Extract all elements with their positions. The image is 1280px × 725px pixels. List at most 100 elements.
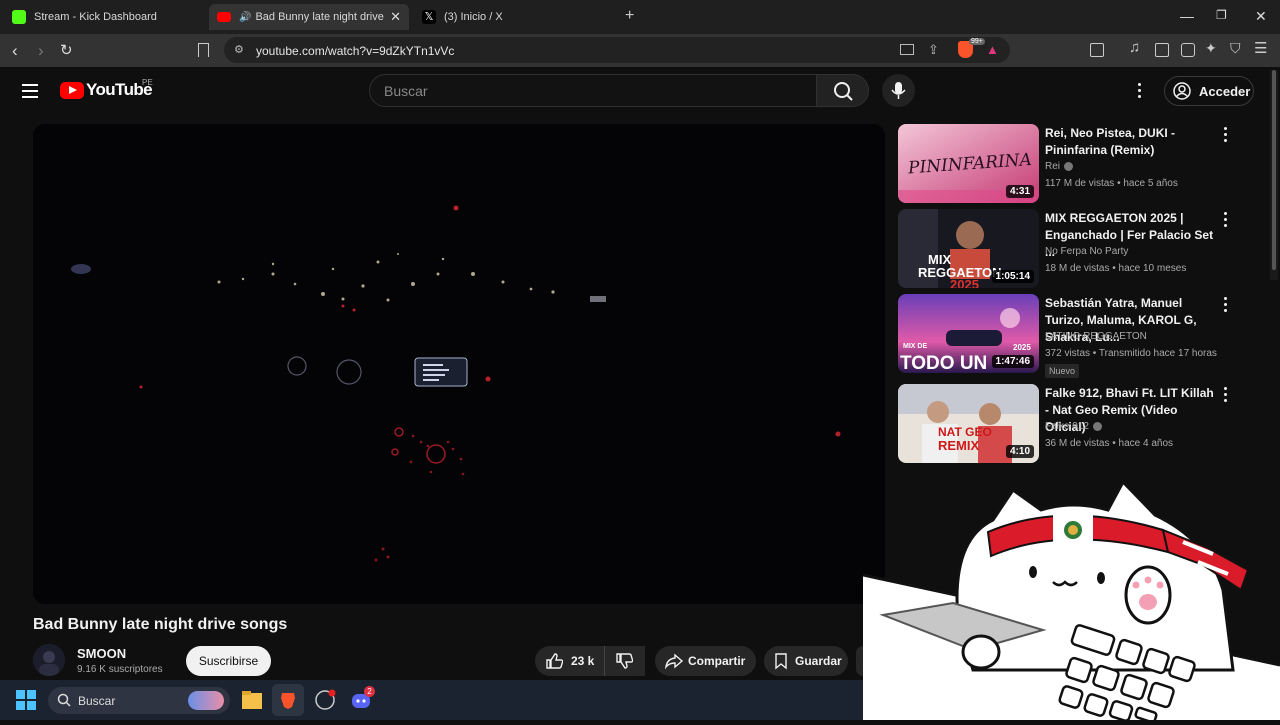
- media-icon[interactable]: ♫: [1129, 39, 1140, 56]
- restore-icon[interactable]: ❐: [1216, 8, 1227, 22]
- video-title: Bad Bunny late night drive songs: [33, 616, 288, 633]
- video-player[interactable]: [33, 124, 885, 604]
- share-page-icon[interactable]: ⇪: [928, 42, 939, 58]
- more-options-icon[interactable]: [1224, 387, 1228, 405]
- subscribe-button[interactable]: Suscribirse: [186, 646, 271, 676]
- like-count: 23 k: [571, 654, 595, 668]
- youtube-logo[interactable]: YouTube PE: [60, 78, 153, 100]
- brave-rewards-icon[interactable]: ▲: [986, 42, 999, 57]
- more-options-icon[interactable]: [1224, 297, 1228, 315]
- cast-icon[interactable]: [900, 44, 914, 55]
- speaker-icon: 🔊: [239, 11, 252, 23]
- recommendation-title[interactable]: Rei, Neo Pistea, DUKI - Pininfarina (Rem…: [1045, 125, 1217, 159]
- recommendation-meta: 18 M de vistas • hace 10 meses: [1045, 263, 1187, 274]
- recommendation-meta: 372 vistas • Transmitido hace 17 horas: [1045, 348, 1217, 359]
- share-icon: [664, 653, 684, 670]
- region-code: PE: [142, 78, 153, 87]
- recommendation-item[interactable]: MIX REGGAETON 2025 1:05:14 MIX REGGAETON…: [898, 209, 1238, 289]
- recommendation-meta: 36 M de vistas • hace 4 años: [1045, 438, 1174, 449]
- recommendation-channel[interactable]: Rei: [1045, 161, 1074, 172]
- dislike-button[interactable]: [604, 646, 645, 676]
- brave-taskbar-button[interactable]: [272, 684, 304, 716]
- svg-text:2025: 2025: [950, 277, 979, 288]
- shields-count-badge: 99+: [969, 38, 985, 45]
- search-icon: [834, 82, 853, 101]
- search-button[interactable]: [816, 74, 869, 107]
- leo-ai-icon[interactable]: ✦: [1205, 40, 1217, 57]
- sidebar-icon[interactable]: [1155, 43, 1169, 57]
- share-label: Compartir: [688, 654, 746, 668]
- video-thumbnail[interactable]: MIX DE 2025 TODO UN 1:47:46: [898, 294, 1039, 373]
- youtube-favicon-icon: [217, 12, 231, 22]
- reload-icon[interactable]: ↻: [60, 41, 73, 59]
- duration-badge: 1:05:14: [991, 270, 1034, 283]
- tab-title: Bad Bunny late night drive so: [255, 11, 386, 23]
- menu-icon[interactable]: ☰: [1254, 39, 1267, 57]
- windows-start-icon[interactable]: [16, 690, 36, 710]
- back-icon[interactable]: ‹: [12, 41, 18, 61]
- channel-label: Rei: [1045, 161, 1061, 172]
- url-text: youtube.com/watch?v=9dZkYTn1vVc: [256, 44, 455, 58]
- search-input[interactable]: Buscar: [369, 74, 816, 107]
- minimize-icon[interactable]: —: [1180, 8, 1194, 24]
- vpn-icon[interactable]: ⛉: [1230, 40, 1241, 57]
- recommendation-item[interactable]: PININFARINA 4:31 Rei, Neo Pistea, DUKI -…: [898, 124, 1238, 204]
- tab-kick-dashboard[interactable]: Stream - Kick Dashboard: [4, 4, 204, 30]
- subscriber-count: 9.16 K suscriptores: [77, 664, 163, 675]
- brave-icon: [281, 693, 295, 709]
- duration-badge: 1:47:46: [991, 355, 1034, 368]
- tab-x-inicio[interactable]: 𝕏 (3) Inicio / X: [414, 4, 614, 30]
- x-logo-icon: 𝕏: [422, 10, 436, 24]
- bookmark-icon[interactable]: [198, 43, 209, 57]
- close-tab-icon[interactable]: ✕: [390, 9, 401, 25]
- microphone-icon: [891, 82, 906, 99]
- reader-mode-icon[interactable]: [1090, 43, 1104, 57]
- settings-more-icon[interactable]: [1138, 83, 1141, 101]
- thumbs-up-icon: [546, 653, 563, 669]
- save-button[interactable]: Guardar: [764, 646, 848, 676]
- video-thumbnail[interactable]: NAT GEO REMIX 4:10: [898, 384, 1039, 463]
- channel-name[interactable]: SMOON: [77, 646, 126, 661]
- more-options-icon[interactable]: [1224, 212, 1228, 230]
- share-button[interactable]: Compartir: [655, 646, 756, 676]
- video-thumbnail[interactable]: MIX REGGAETON 2025 1:05:14: [898, 209, 1039, 288]
- video-thumbnail[interactable]: PININFARINA 4:31: [898, 124, 1039, 203]
- recommendation-item[interactable]: NAT GEO REMIX 4:10 Falke 912, Bhavi Ft. …: [898, 384, 1238, 464]
- more-actions-button[interactable]: [856, 646, 863, 676]
- duration-badge: 4:31: [1005, 185, 1034, 198]
- discord-taskbar-button[interactable]: 2: [350, 686, 375, 712]
- voice-search-button[interactable]: [882, 74, 915, 107]
- taskbar-search[interactable]: Buscar: [48, 687, 230, 714]
- bongo-cat-overlay: [862, 470, 1280, 724]
- tab-youtube-video[interactable]: 🔊 Bad Bunny late night drive so ✕: [209, 4, 409, 30]
- channel-avatar[interactable]: [33, 644, 65, 676]
- forward-icon[interactable]: ›: [38, 41, 44, 61]
- duration-badge: 4:10: [1005, 445, 1034, 458]
- bongo-cat-illustration: [862, 479, 1280, 724]
- hamburger-menu-icon[interactable]: [22, 84, 38, 98]
- signin-button[interactable]: Acceder: [1164, 76, 1254, 106]
- new-tab-icon[interactable]: +: [625, 7, 634, 25]
- recommendation-channel[interactable]: No Ferpa No Party: [1045, 246, 1128, 257]
- recommendation-item[interactable]: MIX DE 2025 TODO UN 1:47:46 Sebastián Ya…: [898, 294, 1238, 378]
- wallet-icon[interactable]: [1181, 43, 1195, 57]
- youtube-play-icon: [60, 81, 84, 99]
- more-options-icon[interactable]: [1224, 127, 1228, 145]
- notification-badge: 2: [364, 686, 375, 697]
- url-bar[interactable]: ⚙ youtube.com/watch?v=9dZkYTn1vVc ⇪ 99+ …: [224, 37, 1010, 63]
- window-close-icon[interactable]: ✕: [1255, 8, 1267, 25]
- steam-like-icon[interactable]: [314, 689, 336, 711]
- recommendation-channel[interactable]: Falke 912: [1045, 421, 1102, 432]
- search-highlight-icon: [188, 691, 224, 710]
- recommendation-channel[interactable]: LATINO REGGAETON: [1045, 331, 1147, 342]
- bookmark-save-icon: [775, 653, 787, 670]
- page-scrollbar[interactable]: [1270, 70, 1278, 280]
- file-explorer-icon[interactable]: [241, 690, 263, 710]
- taskbar-search-label: Buscar: [78, 694, 116, 708]
- site-info-icon[interactable]: ⚙: [234, 43, 244, 56]
- kick-icon: [12, 10, 26, 24]
- svg-text:NAT GEO: NAT GEO: [938, 425, 992, 439]
- channel-label: Falke 912: [1045, 421, 1089, 432]
- browser-tab-bar: Stream - Kick Dashboard 🔊 Bad Bunny late…: [0, 0, 1280, 34]
- svg-text:MIX DE: MIX DE: [903, 343, 927, 350]
